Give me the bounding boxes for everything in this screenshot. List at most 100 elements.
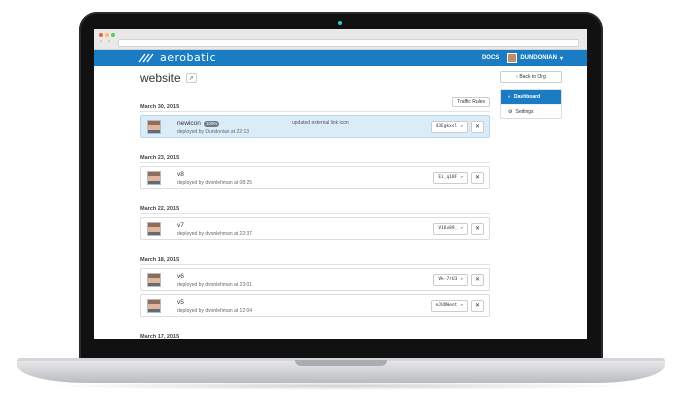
version-name: v5 [177, 299, 184, 306]
sidebar-menu: ◐ Dashboard ⚙ Settings [500, 89, 562, 119]
version-hash: V16v89_ [438, 226, 458, 231]
external-link-icon: ↗ [188, 75, 194, 82]
version-hash: eJUOWent [435, 303, 458, 308]
avatar [147, 273, 161, 287]
version-hash: Vk-7rU3 [438, 277, 458, 282]
sidebar-item-label: Dashboard [514, 94, 541, 100]
close-icon: ✕ [474, 226, 481, 232]
date-header: March 23, 2015 [140, 146, 490, 161]
version-label: newicon 100% [177, 120, 220, 127]
avatar [147, 120, 161, 134]
back-to-org-label: Back to Org [519, 74, 546, 80]
deployed-by-text: deployed by Dundonian at 22:13 [177, 129, 250, 135]
date-header: March 22, 2015 [140, 197, 490, 212]
top-right-nav: DOCS DUNDONIAN ▾ [482, 53, 563, 63]
version-name: v8 [177, 171, 184, 178]
deployment-row[interactable]: v8 deployed by dvonlehman at 08:25 Ei_q18F… [140, 166, 490, 189]
address-bar[interactable] [118, 39, 579, 47]
deployment-list: March 30, 2015 Traffic Rules newicon 100% de… [140, 95, 490, 339]
deploy-date: March 17, 2015 [140, 334, 180, 339]
laptop-notch [295, 360, 387, 366]
dashboard-icon: ◐ [508, 94, 512, 100]
back-to-org-button[interactable]: ‹ Back to Org [500, 71, 562, 83]
deployed-by-text: deployed by dvonlehman at 22:37 [177, 231, 253, 237]
traffic-badge: 100% [203, 120, 220, 127]
external-link-icon: ↗ [460, 124, 463, 129]
sidebar-item-dashboard[interactable]: ◐ Dashboard [501, 90, 561, 104]
laptop-shadow [40, 382, 640, 390]
close-icon: ✕ [474, 277, 481, 283]
version-link-button[interactable]: eJUOWent ↗ [430, 300, 468, 312]
deployment-row[interactable]: newicon 100% deployed by Dundonian at 22:1… [140, 115, 490, 138]
external-link-icon: ↗ [460, 226, 463, 231]
version-link-button[interactable]: Ei_q18F ↗ [433, 172, 468, 184]
deployed-by-text: deployed by dvonlehman at 23:01 [177, 282, 253, 288]
date-header: March 30, 2015 Traffic Rules [140, 95, 490, 110]
external-link-button[interactable]: ↗ [185, 73, 197, 83]
version-hash: 43Egkxsl [435, 124, 458, 129]
divider [140, 111, 490, 112]
maximize-window-dot[interactable] [111, 33, 115, 37]
avatar [507, 53, 518, 63]
sidebar: ‹ Back to Org ◐ Dashboard ⚙ Settings [500, 71, 562, 119]
back-arrow-icon[interactable]: ‹ [100, 38, 102, 46]
deployment-row[interactable]: v5 deployed by dvonlehman at 12:04 eJUOWen… [140, 294, 490, 317]
delete-version-button[interactable]: ✕ [471, 274, 484, 286]
deploy-date: March 23, 2015 [140, 155, 180, 161]
deployed-by-text: deployed by dvonlehman at 12:04 [177, 308, 253, 314]
version-link-button[interactable]: V16v89_ ↗ [433, 223, 468, 235]
username: DUNDONIAN [520, 55, 557, 61]
forward-arrow-icon[interactable]: › [108, 38, 110, 46]
external-link-icon: ↗ [460, 277, 463, 282]
version-name: v6 [177, 273, 184, 280]
sidebar-item-label: Settings [515, 108, 534, 115]
delete-version-button[interactable]: ✕ [471, 121, 484, 133]
minimize-window-dot[interactable] [105, 33, 109, 37]
close-window-dot[interactable] [99, 33, 103, 37]
logo[interactable]: aerobatic [138, 51, 216, 65]
version-label: v5 [177, 299, 184, 306]
page-header: website ↗ [140, 69, 490, 87]
delete-version-button[interactable]: ✕ [471, 223, 484, 235]
traffic-rules-button[interactable]: Traffic Rules [452, 97, 490, 107]
commit-message: updated external link icon [292, 120, 349, 126]
divider [140, 213, 490, 214]
delete-version-button[interactable]: ✕ [471, 172, 484, 184]
chevron-down-icon: ▾ [559, 55, 563, 62]
date-header: March 18, 2015 [140, 248, 490, 263]
deployment-row[interactable]: v7 deployed by dvonlehman at 22:37 V16v89_… [140, 217, 490, 240]
delete-version-button[interactable]: ✕ [471, 300, 484, 312]
gear-icon: ⚙ [508, 108, 513, 115]
version-link-button[interactable]: 43Egkxsl ↗ [430, 121, 468, 133]
avatar [147, 299, 161, 313]
avatar [147, 222, 161, 236]
laptop-mockup: ‹ › aerobatic DOCS DUNDONIAN ▾ website ↗… [0, 0, 680, 401]
close-icon: ✕ [474, 124, 481, 130]
browser-chrome: ‹ › [94, 29, 587, 50]
version-name: newicon [177, 120, 201, 127]
deploy-date: March 18, 2015 [140, 257, 180, 263]
close-icon: ✕ [474, 175, 481, 181]
main-content: website ↗ March 30, 2015 Traffic Rules new… [140, 69, 490, 339]
page-title: website [140, 71, 181, 85]
deploy-date: March 30, 2015 [140, 104, 180, 110]
deployed-by-text: deployed by dvonlehman at 08:25 [177, 180, 253, 186]
close-icon: ✕ [474, 303, 481, 309]
logo-text: aerobatic [160, 51, 217, 64]
sidebar-item-settings[interactable]: ⚙ Settings [501, 104, 561, 118]
version-name: v7 [177, 222, 184, 229]
divider [140, 264, 490, 265]
user-menu[interactable]: DUNDONIAN ▾ [507, 53, 563, 63]
deployment-row[interactable]: v6 deployed by dvonlehman at 23:01 Vk-7rU3… [140, 268, 490, 291]
top-navbar: aerobatic DOCS DUNDONIAN ▾ [94, 50, 587, 66]
version-label: v8 [177, 171, 184, 178]
divider [140, 162, 490, 163]
docs-link[interactable]: DOCS [482, 55, 499, 61]
avatar [147, 171, 161, 185]
version-label: v6 [177, 273, 184, 280]
version-link-button[interactable]: Vk-7rU3 ↗ [433, 274, 468, 286]
deploy-date: March 22, 2015 [140, 206, 180, 212]
version-label: v7 [177, 222, 184, 229]
external-link-icon: ↗ [460, 175, 463, 180]
date-header: March 17, 2015 [140, 325, 490, 339]
